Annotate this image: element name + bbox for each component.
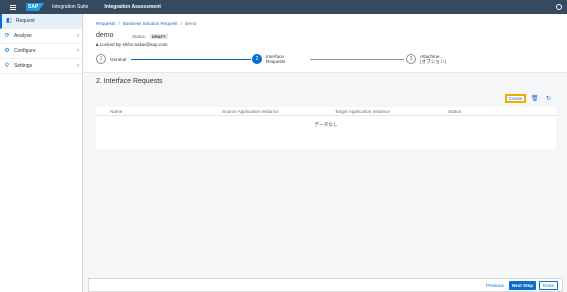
- wizard-step-3-sublabel: (オプション): [420, 59, 447, 64]
- refresh-icon[interactable]: ↻: [546, 95, 551, 102]
- object-header: Requests / Business Solution Request / d…: [84, 14, 567, 73]
- breadcrumb-link-requests[interactable]: Requests: [96, 21, 115, 26]
- delete-icon[interactable]: 🗑︎: [531, 95, 539, 102]
- chevron-right-icon: ›: [77, 48, 79, 54]
- table-toolbar: Create 🗑︎ ↻: [84, 94, 567, 104]
- sidebar-item-label: Analyse: [14, 33, 32, 39]
- wizard-step-1[interactable]: 1: [96, 54, 106, 64]
- section-title: 2. Interface Requests: [96, 78, 163, 85]
- main-content: Requests / Business Solution Request / d…: [84, 14, 567, 292]
- analyse-icon: ⟳: [4, 33, 10, 39]
- status-label: Status:: [132, 34, 147, 39]
- sap-logo: SAP: [26, 3, 44, 11]
- interface-requests-table: Name Source Application Instance Target …: [96, 107, 556, 149]
- breadcrumb-link-business-solution-request[interactable]: Business Solution Request: [123, 21, 178, 26]
- breadcrumb-separator: /: [118, 21, 120, 26]
- empty-table-text: データなし: [314, 122, 338, 127]
- sidebar-item-label: Request: [16, 18, 35, 24]
- wizard-connector: [310, 59, 404, 60]
- wizard-progress: 1 General 2 Interface Requests 3 Attachm…: [96, 54, 556, 70]
- shell-subtitle: Integration Assessment: [104, 4, 161, 10]
- menu-icon[interactable]: [6, 0, 20, 14]
- sidebar-item-settings[interactable]: ⚲ Settings ›: [0, 59, 82, 74]
- wizard-connector: [131, 59, 251, 60]
- configure-icon: ⚙: [4, 48, 10, 54]
- breadcrumb: Requests / Business Solution Request / d…: [96, 21, 196, 26]
- sidebar-item-analyse[interactable]: ⟳ Analyse ›: [0, 29, 82, 44]
- wizard-step-2[interactable]: 2: [252, 54, 262, 64]
- wizard-step-1-label: General: [110, 57, 127, 62]
- breadcrumb-current: demo: [184, 21, 197, 26]
- user-avatar-icon[interactable]: [556, 4, 562, 10]
- previous-button[interactable]: Previous: [484, 283, 506, 288]
- create-button[interactable]: Create: [505, 94, 526, 103]
- column-header-status[interactable]: Status: [448, 109, 461, 114]
- next-step-button[interactable]: Next Step: [508, 280, 537, 290]
- column-header-name[interactable]: Name: [110, 109, 122, 114]
- wizard-step-3[interactable]: 3: [406, 54, 416, 64]
- locked-by-text: 🔒︎ Locked By shiho.sakai@sap.com: [96, 42, 167, 47]
- shell-title: Integration Suite: [52, 4, 89, 10]
- request-icon: ◧: [6, 18, 12, 24]
- page-title: demo: [96, 32, 114, 39]
- breadcrumb-separator: /: [180, 21, 182, 26]
- column-header-source[interactable]: Source Application Instance: [222, 109, 279, 114]
- sidebar-item-configure[interactable]: ⚙ Configure ›: [0, 44, 82, 59]
- sidebar: ◧ Request ⟳ Analyse › ⚙ Configure › ⚲ Se…: [0, 14, 83, 292]
- status-badge: DRAFT: [150, 34, 168, 39]
- done-button[interactable]: Done: [539, 280, 558, 290]
- locked-by-value: Locked By shiho.sakai@sap.com: [99, 42, 168, 47]
- sidebar-item-request[interactable]: ◧ Request: [0, 14, 82, 29]
- sidebar-item-label: Settings: [14, 63, 33, 69]
- footer-toolbar: Previous Next Step Done: [88, 278, 563, 292]
- chevron-right-icon: ›: [77, 33, 79, 39]
- sidebar-item-label: Configure: [14, 48, 36, 54]
- shell-bar: SAP Integration Suite Integration Assess…: [0, 0, 567, 14]
- table-header: Name Source Application Instance Target …: [96, 107, 556, 116]
- chevron-right-icon: ›: [77, 63, 79, 69]
- column-header-target[interactable]: Target Application Instance: [335, 109, 390, 114]
- lock-icon: 🔒︎: [96, 42, 99, 47]
- settings-icon: ⚲: [4, 63, 10, 69]
- wizard-step-2-label: Interface Requests: [266, 54, 286, 64]
